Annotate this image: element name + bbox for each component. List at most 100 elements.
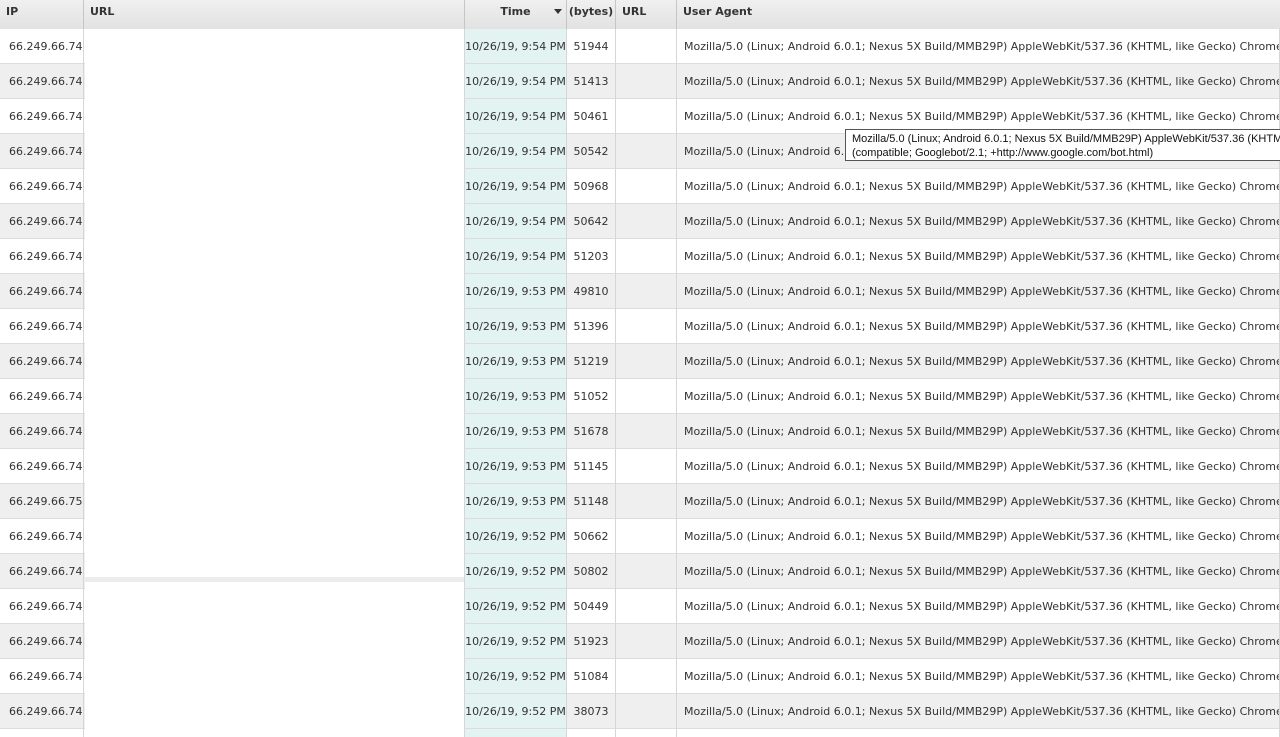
cell-url2 [616, 99, 677, 134]
cell-ip: 66.249.66.74 [0, 134, 84, 169]
cell-user-agent: Mozilla/5.0 (Linux; Android 6.0.1; Nexus… [677, 589, 1280, 624]
cell-user-agent: Mozilla/5.0 (Linux; Android 6.0.1; Nexus… [677, 554, 1280, 589]
cell-url2 [616, 239, 677, 274]
cell-user-agent: Mozilla/5.0 (Linux; Android 6.0.1; Nexus… [677, 64, 1280, 99]
cell-url2 [616, 624, 677, 659]
cell-ip: 66.249.66.74 [0, 519, 84, 554]
cell-ip [0, 729, 84, 737]
cell-time: 10/26/19, 9:53 PM [465, 379, 567, 414]
cell-user-agent: Mozilla/5.0 (Linux; Android 6.0.1; Nexus… [677, 379, 1280, 414]
cell-ip: 66.249.66.74 [0, 29, 84, 64]
cell-ip: 66.249.66.74 [0, 554, 84, 589]
column-header-time-label: Time [500, 5, 531, 18]
column-header-time[interactable]: Time [465, 0, 567, 29]
column-header-user-agent[interactable]: User Agent [677, 0, 1280, 29]
tooltip-line-1: Mozilla/5.0 (Linux; Android 6.0.1; Nexus… [852, 133, 1280, 145]
cell-url2 [616, 449, 677, 484]
cell-time: 10/26/19, 9:54 PM [465, 64, 567, 99]
cell-bytes: 51219 [567, 344, 616, 379]
cell-user-agent: Mozilla/5.0 (Linux; Android 6.0.1; Nexus… [677, 344, 1280, 379]
cell-url2 [616, 519, 677, 554]
cell-url2 [616, 379, 677, 414]
url-column-divider [85, 577, 464, 582]
cell-bytes: 50968 [567, 169, 616, 204]
cell-ip: 66.249.66.74 [0, 204, 84, 239]
cell-time: 10/26/19, 9:54 PM [465, 29, 567, 64]
cell-url2 [616, 554, 677, 589]
column-header-url2-label: URL [622, 5, 647, 18]
cell-ip: 66.249.66.74 [0, 624, 84, 659]
cell-ip: 66.249.66.74 [0, 449, 84, 484]
cell-time: 10/26/19, 9:52 PM [465, 589, 567, 624]
cell-user-agent: Mozilla/5.0 (Linux; Android 6.0.1; Nexus… [677, 414, 1280, 449]
column-header-url2[interactable]: URL [616, 0, 677, 29]
cell-time: 10/26/19, 9:52 PM [465, 659, 567, 694]
cell-ip: 66.249.66.74 [0, 414, 84, 449]
cell-time: 10/26/19, 9:53 PM [465, 414, 567, 449]
column-header-url-label: URL [90, 5, 115, 18]
column-header-ip[interactable]: IP [0, 0, 84, 29]
cell-time: 10/26/19, 9:53 PM [465, 344, 567, 379]
cell-ip: 66.249.66.74 [0, 344, 84, 379]
cell-bytes: 50542 [567, 134, 616, 169]
cell-time: 10/26/19, 9:54 PM [465, 169, 567, 204]
cell-time: 10/26/19, 9:53 PM [465, 484, 567, 519]
cell-url2 [616, 729, 677, 737]
cell-url2 [616, 169, 677, 204]
cell-ip: 66.249.66.74 [0, 169, 84, 204]
cell-user-agent: Mozilla/5.0 (Linux; Android 6.0.1; Nexus… [677, 519, 1280, 554]
cell-ip: 66.249.66.74 [0, 694, 84, 729]
cell-bytes: 50461 [567, 99, 616, 134]
cell-user-agent: Mozilla/5.0 (Linux; Android 6.0.1; Nexus… [677, 659, 1280, 694]
column-header-bytes[interactable]: (bytes) [567, 0, 616, 29]
cell-time: 10/26/19, 9:54 PM [465, 99, 567, 134]
cell-url2 [616, 414, 677, 449]
column-header-bytes-label: (bytes) [568, 5, 614, 18]
cell-url2 [616, 589, 677, 624]
cell-ip: 66.249.66.74 [0, 309, 84, 344]
cell-bytes: 51203 [567, 239, 616, 274]
cell-bytes: 51413 [567, 64, 616, 99]
cell-user-agent: Mozilla/5.0 (Linux; Android 6.0.1; Nexus… [677, 309, 1280, 344]
cell-time: 10/26/19, 9:54 PM [465, 134, 567, 169]
cell-user-agent: Mozilla/5.0 (Linux; Android 6.0.1; Nexus… [677, 29, 1280, 64]
table-header: IP URL Time (bytes) URL User Agent [0, 0, 1280, 30]
cell-user-agent: Mozilla/5.0 (Linux; Android 6.0.1; Nexus… [677, 274, 1280, 309]
cell-bytes: 51148 [567, 484, 616, 519]
cell-bytes: 51678 [567, 414, 616, 449]
cell-url2 [616, 134, 677, 169]
cell-url2 [616, 309, 677, 344]
cell-user-agent: Mozilla/5.0 (Linux; Android 6.0.1; Nexus… [677, 694, 1280, 729]
cell-ip: 66.249.66.74 [0, 659, 84, 694]
cell-time: 10/26/19, 9:52 PM [465, 554, 567, 589]
cell-time [465, 729, 567, 737]
cell-url2 [616, 64, 677, 99]
cell-bytes: 51145 [567, 449, 616, 484]
cell-url2 [616, 694, 677, 729]
log-table: IP URL Time (bytes) URL User Agent 66.24… [0, 0, 1280, 737]
cell-url2 [616, 344, 677, 379]
cell-ip: 66.249.66.74 [0, 99, 84, 134]
cell-bytes: 50802 [567, 554, 616, 589]
cell-time: 10/26/19, 9:53 PM [465, 309, 567, 344]
cell-bytes [567, 729, 616, 737]
cell-time: 10/26/19, 9:52 PM [465, 694, 567, 729]
cell-ip: 66.249.66.74 [0, 239, 84, 274]
cell-bytes: 50449 [567, 589, 616, 624]
sort-descending-icon[interactable] [554, 9, 562, 14]
cell-bytes: 51052 [567, 379, 616, 414]
column-header-url[interactable]: URL [84, 0, 465, 29]
cell-bytes: 49810 [567, 274, 616, 309]
cell-bytes: 50662 [567, 519, 616, 554]
column-header-user-agent-label: User Agent [683, 5, 753, 18]
cell-time: 10/26/19, 9:54 PM [465, 204, 567, 239]
column-header-ip-label: IP [6, 5, 19, 18]
cell-bytes: 51084 [567, 659, 616, 694]
cell-url2 [616, 204, 677, 239]
cell-url2 [616, 29, 677, 64]
cell-user-agent: Mozilla/5.0 (Linux; Android 6.0.1; Nexus… [677, 204, 1280, 239]
cell-url2 [616, 659, 677, 694]
cell-user-agent: Mozilla/5.0 (Linux; Android 6.0.1; Nexus… [677, 484, 1280, 519]
cell-user-agent: Mozilla/5.0 (Linux; Android 6.0.1; Nexus… [677, 624, 1280, 659]
cell-user-agent [677, 729, 1280, 737]
